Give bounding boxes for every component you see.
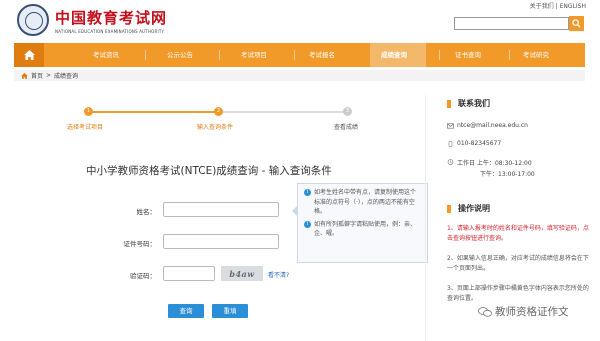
- id-number-field[interactable]: [163, 234, 279, 249]
- breadcrumb: 首页 > 成绩查询: [21, 71, 78, 80]
- home-icon: [23, 50, 35, 60]
- help-step-2: 2、如果输入信息正确，对应考试的成绩信息将会在下一个页面列出。: [447, 255, 589, 272]
- phone-icon: [448, 141, 453, 147]
- step-1-label: 选择考试项目: [67, 124, 104, 131]
- step-2-dot: 2: [214, 107, 223, 116]
- page-title: 中小学教师资格考试(NTCE)成绩查询 - 输入查询条件: [86, 165, 332, 177]
- column-divider: [425, 95, 426, 341]
- breadcrumb-bar: [14, 70, 585, 81]
- home-icon: [21, 72, 28, 79]
- captcha-image[interactable]: b4aw: [221, 266, 263, 281]
- nav-divider: [509, 50, 510, 60]
- main-nav: 考试资讯 公示公告 考试项目 考试报名 成绩查询 证书查询 考试研究: [14, 43, 585, 67]
- contact-hours: 工作日 上午：08:30-12:00 下午：13:00-17:00: [447, 158, 535, 178]
- nav-item-registration[interactable]: 考试报名: [309, 43, 335, 67]
- breadcrumb-current: 成绩查询: [54, 73, 79, 80]
- contact-heading: 联系我们: [447, 98, 490, 109]
- id-number-label: 证件号码：: [123, 240, 157, 248]
- clock-icon: [447, 159, 454, 165]
- contact-email: ntce@mail.neea.edu.cn: [447, 122, 528, 129]
- nav-item-notices[interactable]: 公示公告: [167, 43, 193, 67]
- heading-marker: [447, 204, 451, 213]
- step-1-dot: 1: [84, 107, 93, 116]
- search-icon: [572, 19, 581, 28]
- nav-item-score-query[interactable]: 成绩查询: [381, 43, 407, 67]
- captcha-label: 验证码：: [130, 272, 156, 280]
- info-icon: i: [304, 220, 311, 228]
- nav-item-exams[interactable]: 考试项目: [241, 43, 267, 67]
- input-hint-box: i 如考生姓名中带有点，请复制使用这个标准的点符号（·），点的两边不能有空格。 …: [297, 183, 428, 263]
- help-heading: 操作说明: [447, 203, 490, 214]
- nav-divider: [219, 50, 220, 60]
- wechat-icon: [478, 306, 492, 317]
- progress-track-done: [88, 111, 218, 113]
- help-step-3: 3、页面上部操作步骤中橘黄色字体内容表示您所处的查询位置。: [447, 285, 589, 302]
- nav-divider: [145, 50, 146, 60]
- logo-title: 中国教育考试网: [55, 8, 168, 27]
- nav-divider: [294, 50, 295, 60]
- site-logo[interactable]: 中国教育考试网 NATIONAL EDUCATION EXAMINATIONS …: [17, 4, 167, 36]
- captcha-refresh-link[interactable]: 看不清?: [268, 270, 289, 279]
- captcha-input[interactable]: [164, 267, 214, 280]
- breadcrumb-home-link[interactable]: 首页: [31, 71, 43, 80]
- contact-phone: 010-82345677: [447, 140, 501, 147]
- name-field[interactable]: [163, 202, 279, 217]
- help-step-1: 1、请输入报考时的姓名和证件号码，填写验证码，点击查询按钮进行查询。: [447, 225, 589, 242]
- logo-seal-icon: [17, 4, 49, 36]
- hint-text-1: 如考生姓名中带有点，请复制使用这个标准的点符号（·），点的两边不能有空格。: [314, 189, 417, 215]
- search-button[interactable]: [569, 16, 584, 31]
- heading-marker: [447, 99, 451, 108]
- search-field[interactable]: [454, 17, 569, 30]
- hint-text-2: 如有所列孤僻字请粘贴使用，例：亲、企、曜。: [314, 220, 417, 238]
- name-input[interactable]: [164, 203, 278, 216]
- nav-item-certificate[interactable]: 证书查询: [455, 43, 481, 67]
- watermark: 教师资格证作文: [478, 304, 569, 319]
- name-label: 姓名：: [136, 208, 157, 216]
- nav-divider: [439, 50, 440, 60]
- query-button[interactable]: 查询: [168, 304, 204, 318]
- step-2-label: 输入查询条件: [197, 124, 234, 131]
- reset-button[interactable]: 重填: [212, 304, 248, 318]
- step-3-label: 查看成绩: [334, 124, 359, 131]
- info-icon: i: [304, 189, 311, 196]
- captcha-field[interactable]: [163, 266, 215, 281]
- search-input[interactable]: [455, 18, 568, 29]
- step-3-dot: 3: [343, 107, 352, 116]
- nav-item-news[interactable]: 考试资讯: [93, 43, 119, 67]
- nav-item-research[interactable]: 考试研究: [523, 43, 549, 67]
- id-number-input[interactable]: [164, 235, 278, 248]
- mail-icon: [447, 123, 454, 129]
- nav-home-button[interactable]: [14, 43, 44, 67]
- breadcrumb-separator: >: [46, 72, 52, 79]
- logo-subtitle: NATIONAL EDUCATION EXAMINATIONS AUTHORIT…: [55, 28, 165, 34]
- top-links[interactable]: 关于我们 | ENGLISH: [530, 1, 586, 10]
